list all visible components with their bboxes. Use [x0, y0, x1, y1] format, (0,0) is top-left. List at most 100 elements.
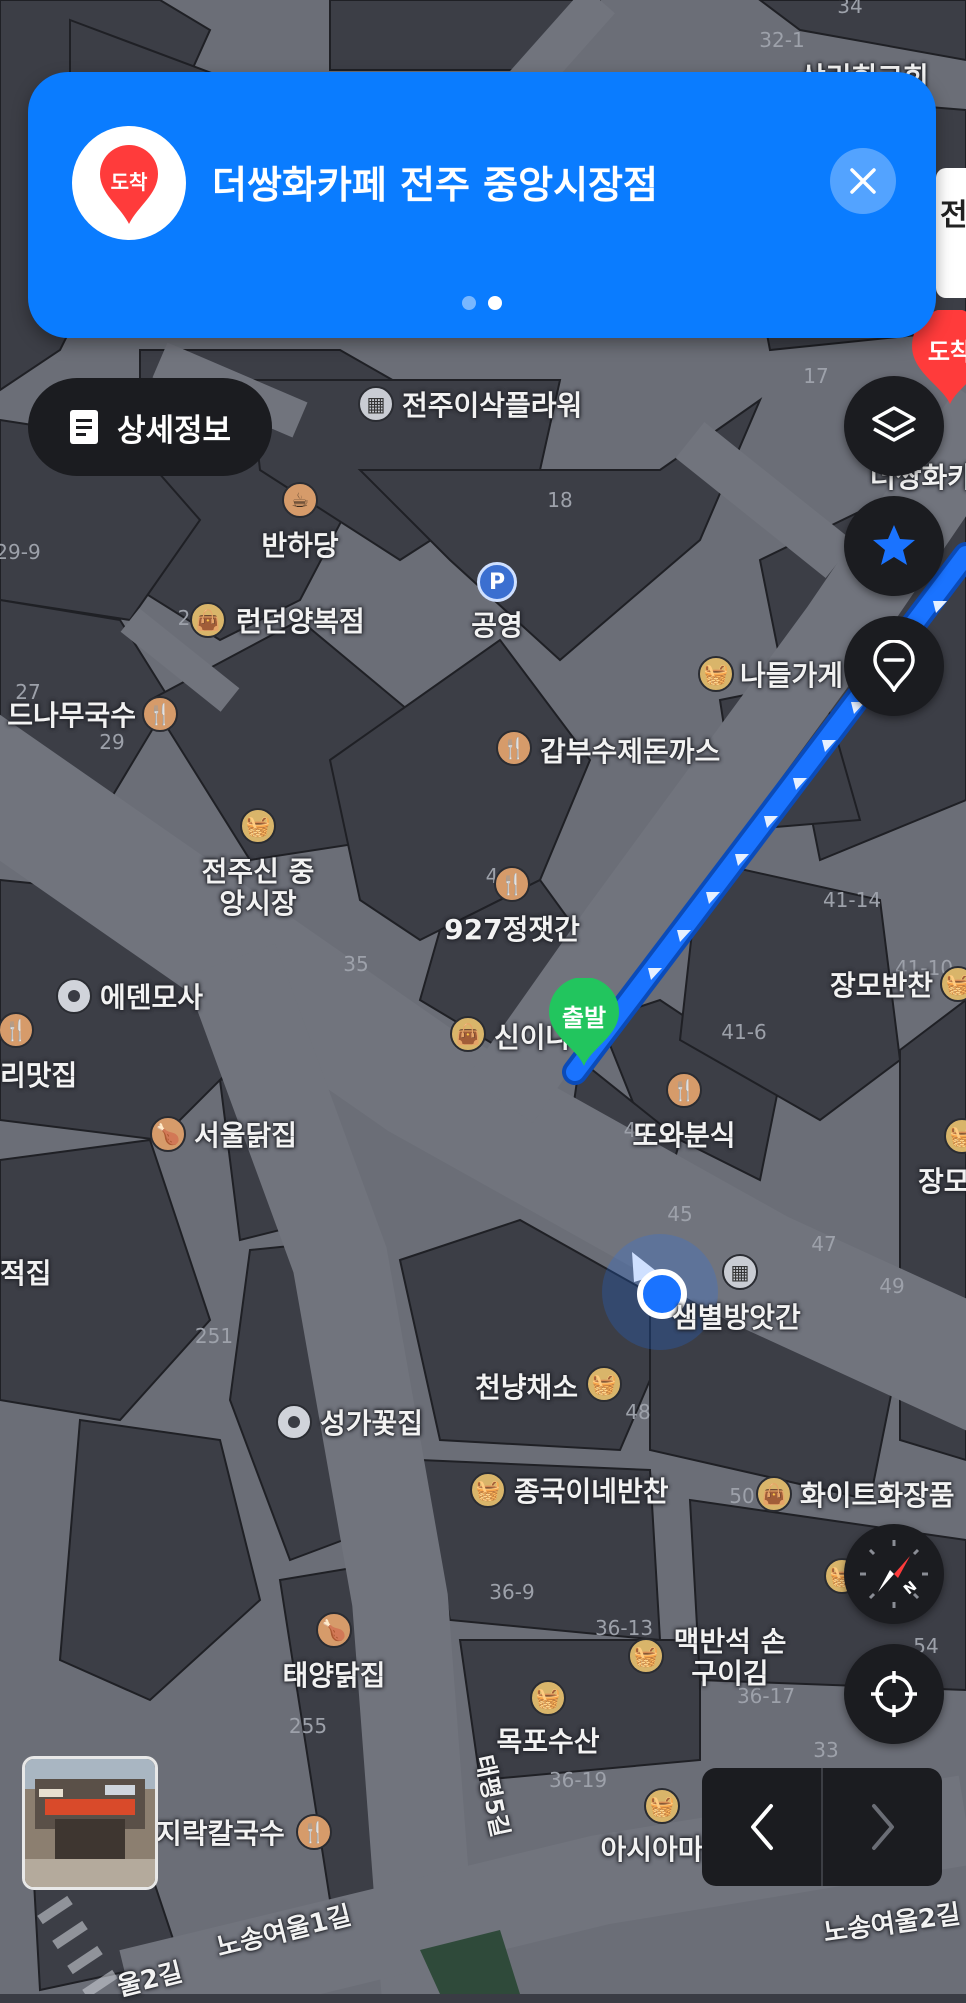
- callout-peek[interactable]: 전: [936, 168, 966, 298]
- lot-number: 50: [729, 1484, 755, 1508]
- chevron-right-icon: [871, 1804, 894, 1850]
- restaurant-icon[interactable]: 🍴: [296, 1814, 332, 1850]
- previous-button[interactable]: [702, 1768, 821, 1886]
- poi-label[interactable]: 맥반석 손구이김: [670, 1625, 790, 1690]
- cafe-icon[interactable]: ☕: [282, 482, 318, 518]
- lot-number: 2: [177, 606, 191, 630]
- chicken-icon[interactable]: 🍗: [150, 1116, 186, 1152]
- pin-minus-icon: [873, 640, 915, 692]
- poi-label[interactable]: 전주이삭플라워: [402, 392, 582, 420]
- page-dot: [462, 296, 476, 310]
- shop-bag-icon[interactable]: 👜: [450, 1016, 486, 1052]
- lot-number: 45: [667, 1202, 693, 1226]
- lot-number: 41-14: [822, 888, 882, 912]
- poi-label[interactable]: 성가꽃집: [320, 1410, 423, 1438]
- start-label: 출발: [561, 1004, 607, 1032]
- prev-next-control: [702, 1768, 942, 1886]
- building-icon[interactable]: ▦: [722, 1254, 758, 1290]
- lot-number: 35: [343, 952, 369, 976]
- market-basket-icon[interactable]: 🧺: [240, 808, 276, 844]
- restaurant-icon[interactable]: 🍴: [496, 730, 532, 766]
- chicken-icon[interactable]: 🍗: [316, 1612, 352, 1648]
- poi-label[interactable]: 종국이네반찬: [514, 1478, 669, 1506]
- lot-number: 29-9: [0, 540, 41, 564]
- lot-number: 255: [288, 1714, 328, 1738]
- shop-bag-icon[interactable]: 👜: [756, 1476, 792, 1512]
- poi-label[interactable]: 태양닭집: [282, 1662, 385, 1690]
- close-button[interactable]: [830, 148, 896, 214]
- layers-icon: [872, 406, 916, 442]
- my-location-button[interactable]: [844, 1644, 944, 1744]
- lot-number: 36-13: [594, 1616, 654, 1640]
- poi-label[interactable]: 샘별방앗간: [672, 1304, 801, 1332]
- poi-label[interactable]: 화이트화장품: [800, 1482, 955, 1510]
- favorites-button[interactable]: [844, 496, 944, 596]
- poi-label[interactable]: 런던양복점: [236, 608, 365, 636]
- page-indicator: [28, 296, 936, 310]
- poi-label[interactable]: 리맛집: [0, 1062, 77, 1090]
- market-basket-icon[interactable]: 🧺: [470, 1472, 506, 1508]
- market-basket-icon[interactable]: 🧺: [530, 1680, 566, 1716]
- lot-number: 18: [547, 488, 573, 512]
- poi-label[interactable]: 전주신 중앙시장: [198, 855, 318, 920]
- detail-info-button[interactable]: 상세정보: [28, 378, 272, 476]
- lot-number: 49: [879, 1274, 905, 1298]
- building-icon[interactable]: ▦: [358, 386, 394, 422]
- market-basket-icon[interactable]: 🧺: [628, 1638, 664, 1674]
- compass-button[interactable]: N: [844, 1524, 944, 1624]
- place-dot-icon[interactable]: [56, 978, 92, 1014]
- parking-icon[interactable]: P: [477, 562, 517, 602]
- next-button[interactable]: [821, 1768, 942, 1886]
- place-dot-icon[interactable]: [276, 1404, 312, 1440]
- poi-label[interactable]: 반하당: [261, 532, 338, 560]
- start-marker[interactable]: 출발: [547, 977, 621, 1072]
- destination-card[interactable]: 도착 더쌍화카페 전주 중앙시장점: [28, 72, 936, 338]
- lot-number: 34: [837, 0, 863, 18]
- poi-label[interactable]: 갑부수제돈까스: [540, 738, 720, 766]
- shop-bag-icon[interactable]: 👜: [190, 602, 226, 638]
- poi-label[interactable]: 드나무국수: [7, 702, 136, 730]
- poi-label[interactable]: 공영: [471, 612, 523, 640]
- market-basket-icon[interactable]: 🧺: [644, 1788, 680, 1824]
- poi-label[interactable]: 목포수산: [496, 1728, 599, 1756]
- lot-number: 251: [194, 1324, 234, 1348]
- lot-number: 47: [811, 1232, 837, 1256]
- poi-label[interactable]: 에덴모사: [100, 984, 203, 1012]
- lot-number: 36-9: [489, 1580, 535, 1604]
- layers-button[interactable]: [844, 376, 944, 476]
- chevron-left-icon: [750, 1804, 773, 1850]
- poi-label[interactable]: 서울닭집: [194, 1122, 297, 1150]
- poi-label[interactable]: 천냥채소: [475, 1374, 578, 1402]
- poi-label[interactable]: 지락칼국수: [156, 1820, 285, 1848]
- poi-label[interactable]: 장모: [918, 1168, 966, 1196]
- market-basket-icon[interactable]: 🧺: [698, 656, 734, 692]
- lot-number: 17: [803, 364, 829, 388]
- lot-number: 29: [99, 730, 125, 754]
- poi-label[interactable]: 아시아마: [600, 1836, 703, 1864]
- detail-info-label: 상세정보: [116, 412, 232, 449]
- restaurant-icon[interactable]: 🍴: [494, 866, 530, 902]
- restaurant-icon[interactable]: 🍴: [142, 696, 178, 732]
- restaurant-icon[interactable]: 🍴: [666, 1072, 702, 1108]
- lot-number: 33: [813, 1738, 839, 1762]
- street-photo-image: [25, 1759, 155, 1887]
- poi-label[interactable]: 또와분식: [632, 1122, 735, 1150]
- street-view-thumbnail[interactable]: [22, 1756, 158, 1890]
- destination-badge-label: 도착: [110, 170, 148, 194]
- document-icon: [69, 410, 98, 444]
- page-dot-active: [488, 296, 502, 310]
- market-basket-icon[interactable]: 🧺: [586, 1366, 622, 1402]
- poi-label[interactable]: 927정잿간: [444, 916, 580, 944]
- poi-label[interactable]: 나들가게: [740, 662, 843, 690]
- crosshair-icon: [871, 1671, 917, 1717]
- poi-label[interactable]: 장모반찬: [830, 972, 933, 1000]
- lot-number: 41-6: [721, 1020, 767, 1044]
- lot-number: 36-19: [548, 1768, 608, 1792]
- close-icon: [850, 168, 876, 194]
- remove-waypoint-button[interactable]: [844, 616, 944, 716]
- lot-number: 32-1: [759, 28, 805, 52]
- destination-title: 더쌍화카페 전주 중앙시장점: [212, 163, 658, 207]
- lot-number: 48: [625, 1400, 651, 1424]
- destination-badge: 도착: [72, 126, 186, 240]
- poi-label[interactable]: 적집: [0, 1260, 52, 1288]
